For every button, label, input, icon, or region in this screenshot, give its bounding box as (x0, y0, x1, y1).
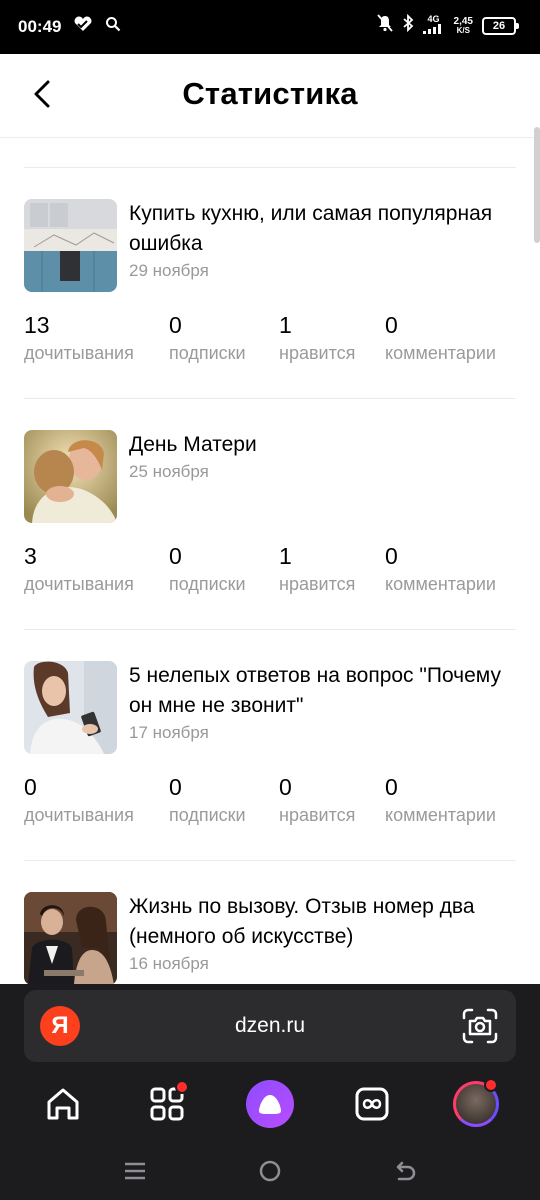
alice-icon (246, 1080, 294, 1128)
tabs-icon (355, 1087, 389, 1121)
reads-count: 13 (24, 312, 50, 338)
address-bar[interactable]: Я dzen.ru (24, 990, 516, 1062)
home-system-button[interactable] (255, 1156, 285, 1186)
article-date: 16 ноября (129, 954, 209, 973)
comments-label: комментарии (385, 805, 496, 825)
network-type: 4G (422, 14, 445, 36)
comments-label: комментарии (385, 343, 496, 363)
statistics-screen: Статистика Купить кухню, или самая попул… (0, 54, 540, 984)
network-label: 4G (427, 14, 440, 24)
article-stats: 3 дочитывания 0 подписки 1 нравится 0 коммен… (24, 542, 516, 602)
article-item[interactable]: Купить кухню, или самая популярная ошибк… (24, 168, 516, 398)
likes-count: 0 (279, 774, 292, 800)
comments-count: 0 (385, 774, 398, 800)
likes-label: нравится (279, 343, 356, 363)
search-icon (105, 16, 121, 37)
camera-search-button[interactable] (460, 1006, 500, 1046)
likes-count: 1 (279, 312, 292, 338)
page-title: Статистика (182, 76, 358, 111)
battery-indicator: 26 (482, 16, 519, 35)
reads-count: 0 (24, 774, 37, 800)
url-text[interactable]: dzen.ru (24, 1014, 516, 1038)
return-icon (396, 1161, 416, 1181)
profile-button[interactable] (446, 1074, 506, 1134)
article-title[interactable]: Купить кухню, или самая популярная ошибк… (129, 199, 521, 259)
article-thumbnail-couple[interactable] (24, 892, 117, 984)
bluetooth-icon (402, 13, 414, 37)
article-item[interactable]: День Матери 25 ноября 3 дочитывания 0 подп… (24, 399, 516, 629)
article-date: 29 ноября (129, 261, 209, 280)
reads-label: дочитывания (24, 805, 134, 825)
scrollbar[interactable] (534, 127, 540, 243)
recents-button[interactable] (120, 1156, 150, 1186)
system-navigation (0, 1144, 540, 1200)
article-stats: 0 дочитывания 0 подписки 0 нравится 0 коммен… (24, 773, 516, 833)
heart-check-icon (73, 16, 93, 37)
comments-count: 0 (385, 312, 398, 338)
speed-value: 2,45 (453, 15, 473, 27)
likes-label: нравится (279, 805, 356, 825)
article-item[interactable]: 5 нелепых ответов на вопрос "Почему он м… (24, 630, 516, 860)
back-system-button[interactable] (390, 1156, 420, 1186)
subs-label: подписки (169, 574, 246, 594)
likes-count: 1 (279, 543, 292, 569)
home-icon (47, 1088, 79, 1120)
alice-button[interactable] (240, 1074, 300, 1134)
subs-count: 0 (169, 312, 182, 338)
tabs-button[interactable] (342, 1074, 402, 1134)
signal-icon (422, 24, 441, 34)
services-button[interactable] (137, 1074, 197, 1134)
article-title[interactable]: День Матери (129, 430, 521, 460)
reads-label: дочитывания (24, 343, 134, 363)
article-thumbnail-mother[interactable] (24, 430, 117, 523)
article-date: 25 ноября (129, 462, 209, 481)
reads-count: 3 (24, 543, 37, 569)
mute-icon (376, 14, 393, 37)
subs-label: подписки (169, 343, 246, 363)
comments-count: 0 (385, 543, 398, 569)
status-time: 00:49 (18, 16, 62, 36)
browser-bar: Я dzen.ru (0, 984, 540, 1200)
circle-icon (259, 1160, 281, 1182)
notification-dot (175, 1080, 189, 1094)
article-stats: 13 дочитывания 0 подписки 1 нравится 0 комме… (24, 311, 516, 371)
status-bar: 00:49 4G 2,45 K/S 26 (0, 0, 540, 54)
menu-icon (125, 1162, 145, 1180)
data-speed: 2,45 K/S (453, 15, 473, 35)
article-item[interactable]: Жизнь по вызову. Отзыв номер два (немног… (24, 861, 516, 984)
speed-unit: K/S (456, 25, 470, 35)
article-thumbnail-kitchen[interactable] (24, 199, 117, 292)
article-thumbnail-phone[interactable] (24, 661, 117, 754)
article-list[interactable]: Купить кухню, или самая популярная ошибк… (24, 167, 516, 984)
subs-label: подписки (169, 805, 246, 825)
camera-icon (462, 1008, 498, 1044)
subs-count: 0 (169, 774, 182, 800)
comments-label: комментарии (385, 574, 496, 594)
likes-label: нравится (279, 574, 356, 594)
subs-count: 0 (169, 543, 182, 569)
bottom-navigation (0, 1074, 540, 1136)
article-date: 17 ноября (129, 723, 209, 742)
reads-label: дочитывания (24, 574, 134, 594)
article-title[interactable]: 5 нелепых ответов на вопрос "Почему он м… (129, 661, 521, 721)
top-bar: Статистика (0, 54, 540, 138)
notification-dot (484, 1078, 498, 1092)
home-button[interactable] (33, 1074, 93, 1134)
article-title[interactable]: Жизнь по вызову. Отзыв номер два (немног… (129, 892, 521, 952)
